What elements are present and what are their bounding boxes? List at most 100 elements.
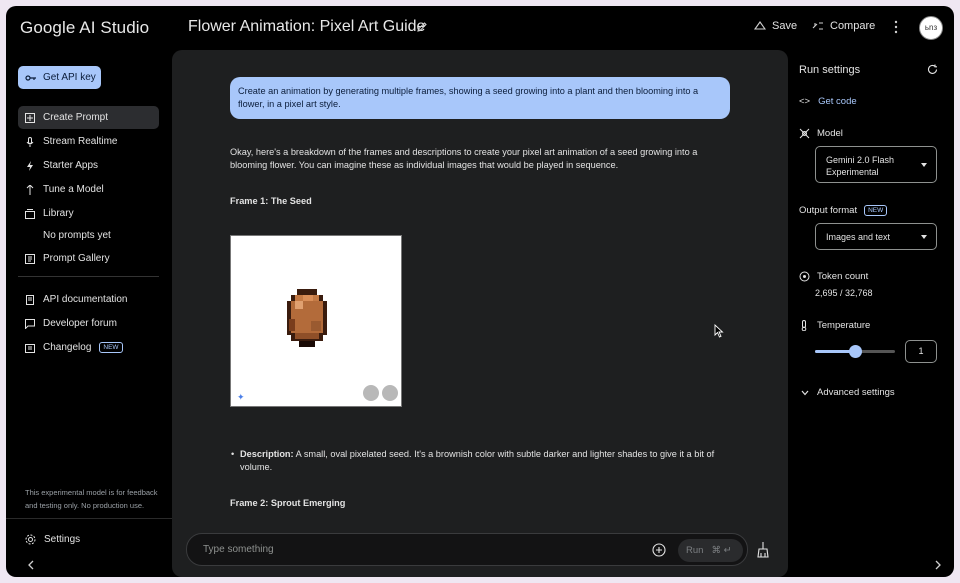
frame2-title: Frame 2: Sprout Emerging: [230, 498, 346, 508]
sidebar-item-label: Library: [43, 208, 74, 219]
pencil-icon[interactable]: [416, 21, 428, 33]
run-shortcut: ⌘ ↵: [711, 545, 732, 556]
pixel-seed-image: [287, 289, 327, 347]
sidebar-bottom-divider: [6, 518, 172, 519]
run-label: Run: [686, 545, 704, 556]
token-icon: [799, 271, 810, 282]
sidebar-item-tune-a-model[interactable]: Tune a Model: [18, 178, 159, 201]
changelog-icon: [25, 343, 35, 353]
advanced-settings-label: Advanced settings: [817, 387, 895, 398]
output-format-label: Output format: [799, 205, 858, 216]
sidebar-item-create-prompt[interactable]: Create Prompt: [18, 106, 159, 129]
response-intro: Okay, here's a breakdown of the frames a…: [230, 147, 698, 170]
token-count-value: 2,695 / 32,768: [815, 288, 873, 298]
compare-button[interactable]: Compare: [812, 20, 875, 32]
model-value-line2: Experimental: [826, 167, 879, 177]
new-badge: NEW: [99, 342, 123, 353]
output-format-select[interactable]: Images and text: [815, 223, 937, 250]
model-select[interactable]: Gemini 2.0 Flash Experimental: [815, 146, 937, 183]
save-button[interactable]: Save: [754, 20, 797, 32]
temperature-label: Temperature: [817, 320, 871, 331]
model-value-line1: Gemini 2.0 Flash: [826, 155, 895, 165]
key-icon: [25, 74, 36, 81]
mic-icon: [26, 136, 34, 147]
chevron-down-icon: [921, 162, 927, 167]
avatar[interactable]: ьnз: [919, 16, 943, 40]
sidebar-item-label: Developer forum: [43, 318, 117, 329]
sidebar-item-stream-realtime[interactable]: Stream Realtime: [18, 130, 159, 153]
temperature-slider[interactable]: [815, 345, 895, 358]
save-icon: [754, 21, 766, 30]
sidebar-item-prompt-gallery[interactable]: Prompt Gallery: [18, 247, 159, 270]
sidebar-item-api-documentation[interactable]: API documentation: [18, 288, 159, 311]
sidebar-item-label: Create Prompt: [43, 112, 109, 123]
token-count-label-row: Token count: [799, 271, 868, 282]
temperature-slider-thumb[interactable]: [849, 345, 862, 358]
sidebar-item-developer-forum[interactable]: Developer forum: [18, 312, 159, 335]
library-icon: [25, 208, 35, 219]
thermometer-icon: [801, 320, 807, 331]
get-api-key-button[interactable]: Get API key: [18, 66, 101, 89]
sidebar-item-label: Tune a Model: [43, 184, 104, 195]
frame1-title: Frame 1: The Seed: [230, 196, 312, 206]
sidebar-item-changelog[interactable]: Changelog NEW: [18, 336, 159, 359]
sidebar-item-label: Prompt Gallery: [43, 253, 110, 264]
advanced-settings-toggle[interactable]: Advanced settings: [801, 387, 895, 398]
get-code-button[interactable]: <> Get code: [799, 96, 857, 107]
clear-chat-icon[interactable]: [756, 542, 770, 558]
chevron-right-icon[interactable]: [934, 560, 942, 570]
experimental-disclaimer: This experimental model is for feedback …: [25, 488, 158, 510]
sparkle-icon: ✦: [237, 392, 245, 402]
compare-icon: [812, 22, 823, 30]
run-settings-title: Run settings: [799, 64, 861, 76]
sidebar-item-label: Changelog: [43, 342, 92, 353]
description-text: A small, oval pixelated seed. It's a bro…: [240, 449, 715, 472]
output-format-label-row: Output format NEW: [799, 205, 888, 216]
compare-label: Compare: [830, 20, 876, 32]
sidebar-item-library[interactable]: Library: [18, 202, 159, 225]
get-code-label: Get code: [818, 96, 857, 107]
settings-label: Settings: [44, 534, 81, 545]
prompt-input-placeholder: Type something: [203, 544, 274, 555]
app-brand[interactable]: Google AI Studio: [20, 18, 149, 38]
temperature-label-row: Temperature: [799, 320, 870, 331]
mouse-cursor: [714, 324, 724, 338]
sidebar-item-starter-apps[interactable]: Starter Apps: [18, 154, 159, 177]
add-media-icon[interactable]: [652, 543, 666, 557]
sidebar-item-label: API documentation: [43, 294, 128, 305]
chat-panel: Create an animation by generating multip…: [172, 50, 788, 577]
new-badge: NEW: [864, 205, 888, 216]
tune-icon: [26, 184, 34, 195]
prompt-title[interactable]: Flower Animation: Pixel Art Guide: [188, 18, 425, 36]
gallery-icon: [25, 253, 35, 264]
token-count-label: Token count: [817, 271, 869, 282]
more-options-icon[interactable]: [894, 20, 898, 34]
temperature-input[interactable]: 1: [905, 340, 937, 363]
forum-icon: [25, 318, 35, 329]
left-sidebar: Get API key Create Prompt Stream Realtim…: [6, 50, 172, 577]
sidebar-item-label: Starter Apps: [43, 160, 99, 171]
sidebar-divider: [18, 276, 159, 277]
generated-image[interactable]: ✦: [230, 235, 402, 407]
library-empty-text: No prompts yet: [43, 230, 111, 241]
run-button[interactable]: Run ⌘ ↵: [678, 539, 743, 562]
chevron-left-icon[interactable]: [27, 560, 35, 570]
prompt-input[interactable]: Type something Run ⌘ ↵: [186, 533, 748, 566]
sidebar-item-label: Stream Realtime: [43, 136, 118, 147]
create-prompt-icon: [25, 112, 35, 123]
description-label: Description:: [240, 449, 294, 459]
docs-icon: [26, 294, 34, 305]
fullscreen-icon[interactable]: [382, 385, 398, 401]
refresh-icon[interactable]: [927, 64, 938, 75]
chevron-down-icon: [801, 390, 809, 395]
model-label-row: Model: [799, 128, 843, 139]
chevron-down-icon: [921, 234, 927, 239]
code-icon: <>: [799, 96, 811, 107]
settings-button[interactable]: Settings: [25, 534, 80, 545]
app-window: Google AI Studio Flower Animation: Pixel…: [6, 6, 954, 577]
frame1-description: Description: A small, oval pixelated see…: [231, 448, 730, 474]
get-api-key-label: Get API key: [43, 72, 96, 83]
download-icon[interactable]: [363, 385, 379, 401]
top-bar: Google AI Studio Flower Animation: Pixel…: [6, 6, 954, 50]
output-format-value: Images and text: [826, 232, 891, 242]
